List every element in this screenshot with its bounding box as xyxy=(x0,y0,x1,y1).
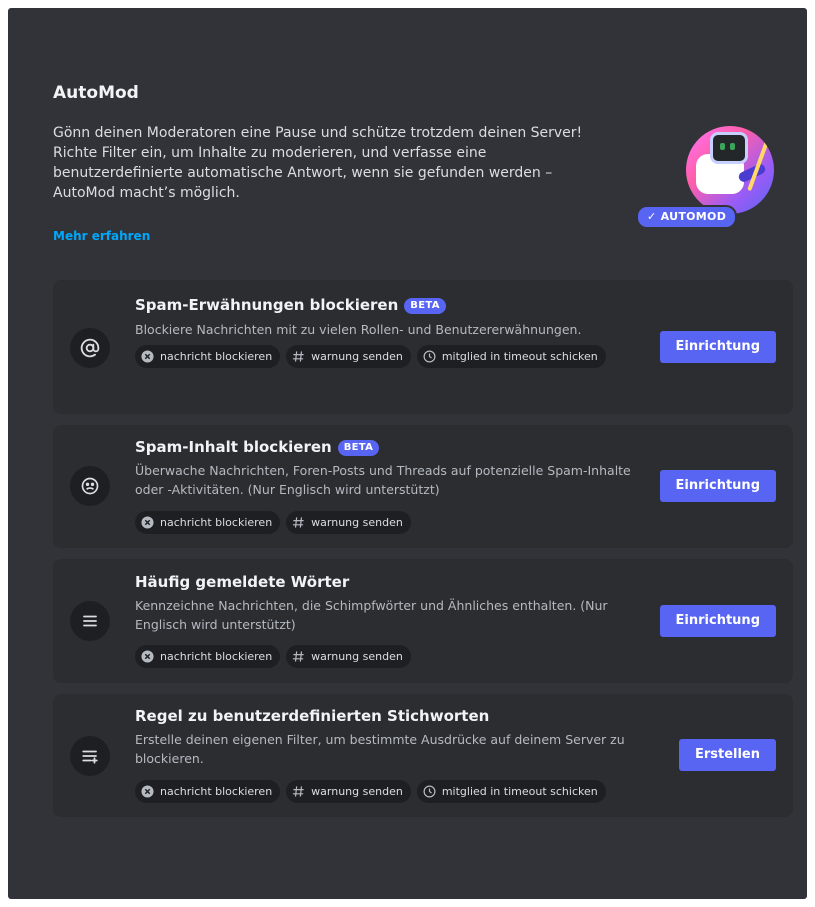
suspicious-face-icon xyxy=(70,466,110,506)
chip-block-message: nachricht blockieren xyxy=(135,780,281,803)
chip-block-message: nachricht blockieren xyxy=(135,345,281,368)
block-icon xyxy=(141,350,154,363)
hashtag-icon xyxy=(293,786,304,797)
hashtag-icon xyxy=(293,651,304,662)
rule-description: Blockiere Nachrichten mit zu vielen Roll… xyxy=(135,322,582,337)
chip-send-alert: warnung senden xyxy=(286,645,411,668)
setup-button[interactable]: Einrichtung xyxy=(659,605,776,637)
block-icon xyxy=(141,785,154,798)
chip-timeout: mitglied in timeout schicken xyxy=(416,780,606,803)
rule-card-spam-mentions: Spam-Erwähnungen blockieren BETA Blockier… xyxy=(53,280,793,414)
automod-panel: AutoMod Gönn deinen Moderatoren eine Pau… xyxy=(8,8,807,899)
rule-card-custom-keywords: Regel zu benutzerdefinierten Stichworten… xyxy=(53,694,793,817)
rule-actions: nachricht blockieren warnung senden mitg… xyxy=(135,345,655,368)
page-description: Gönn deinen Moderatoren eine Pause und s… xyxy=(53,125,583,201)
rule-title: Regel zu benutzerdefinierten Stichworten xyxy=(135,707,490,725)
chip-block-message: nachricht blockieren xyxy=(135,511,281,534)
rule-actions: nachricht blockieren warnung senden mitg… xyxy=(135,780,675,803)
rule-description: Überwache Nachrichten, Foren-Posts und T… xyxy=(135,463,631,497)
beta-badge: BETA xyxy=(337,440,380,456)
clock-icon xyxy=(423,785,436,798)
clock-icon xyxy=(423,350,436,363)
setup-button[interactable]: Einrichtung xyxy=(659,331,776,363)
block-icon xyxy=(141,516,154,529)
at-icon xyxy=(70,328,110,368)
rule-card-flagged-words: Häufig gemeldete Wörter Kennzeichne Nach… xyxy=(53,559,793,683)
chip-send-alert: warnung senden xyxy=(286,780,411,803)
chip-timeout: mitglied in timeout schicken xyxy=(416,345,606,368)
chip-send-alert: warnung senden xyxy=(286,345,411,368)
chip-send-alert: warnung senden xyxy=(286,511,411,534)
list-icon xyxy=(70,601,110,641)
automod-badge: ✓ AUTOMOD xyxy=(636,205,738,229)
rule-description: Kennzeichne Nachrichten, die Schimpfwört… xyxy=(135,598,608,632)
create-button[interactable]: Erstellen xyxy=(678,739,776,771)
setup-button[interactable]: Einrichtung xyxy=(659,470,776,502)
page-title: AutoMod xyxy=(53,83,139,103)
rule-actions: nachricht blockieren warnung senden xyxy=(135,645,655,668)
chip-block-message: nachricht blockieren xyxy=(135,645,281,668)
rule-card-spam-content: Spam-Inhalt blockieren BETA Überwache Nac… xyxy=(53,425,793,548)
block-icon xyxy=(141,650,154,663)
rule-actions: nachricht blockieren warnung senden xyxy=(135,511,655,534)
automod-illustration: ✓ AUTOMOD xyxy=(636,123,776,229)
robot-illustration xyxy=(686,126,774,214)
beta-badge: BETA xyxy=(404,298,446,314)
hashtag-icon xyxy=(293,351,304,362)
rule-title: Spam-Erwähnungen blockieren BETA xyxy=(135,296,446,314)
rule-description: Erstelle deinen eigenen Filter, um besti… xyxy=(135,732,625,766)
rule-title: Häufig gemeldete Wörter xyxy=(135,573,350,591)
list-add-icon xyxy=(70,736,110,776)
learn-more-link[interactable]: Mehr erfahren xyxy=(53,229,150,243)
rule-title: Spam-Inhalt blockieren BETA xyxy=(135,438,380,456)
hashtag-icon xyxy=(293,517,304,528)
